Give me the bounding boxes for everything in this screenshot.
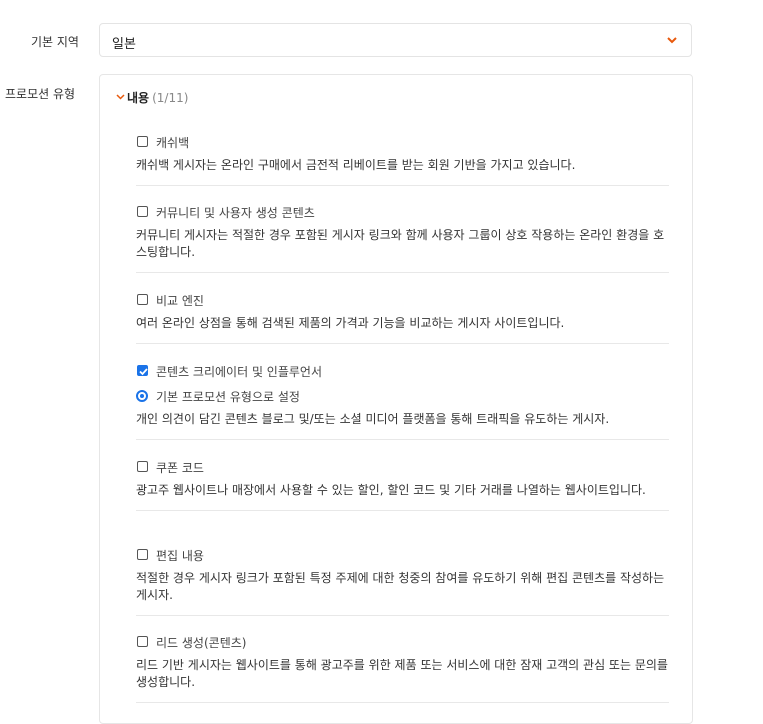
chevron-down-icon xyxy=(667,37,677,44)
region-label: 기본 지역 xyxy=(31,35,79,49)
radio-default-promo-type[interactable] xyxy=(136,390,148,402)
checkbox-community[interactable] xyxy=(137,206,148,217)
checkbox-label: 콘텐츠 크리에이터 및 인플루언서 xyxy=(156,365,323,379)
checkbox-label: 편집 내용 xyxy=(156,549,204,563)
promo-type-label: 프로모션 유형 xyxy=(5,87,76,101)
section-header-content[interactable]: 내용 (1/11) xyxy=(116,89,188,105)
item-description: 캐쉬백 게시자는 온라인 구매에서 금전적 리베이트를 받는 회원 기반을 가지… xyxy=(136,158,576,172)
item-description: 광고주 웹사이트나 매장에서 사용할 수 있는 할인, 할인 코드 및 기타 거… xyxy=(136,483,646,497)
checkbox-creator[interactable] xyxy=(137,365,148,376)
list-item-cashback: 캐쉬백 캐쉬백 게시자는 온라인 구매에서 금전적 리베이트를 받는 회원 기반… xyxy=(136,134,669,186)
chevron-down-icon xyxy=(116,94,125,100)
list-item-lead-gen: 리드 생성(콘텐츠) 리드 기반 게시자는 웹사이트를 통해 광고주를 위한 제… xyxy=(136,634,669,703)
checkbox-coupon[interactable] xyxy=(137,461,148,472)
checkbox-lead-gen[interactable] xyxy=(137,636,148,647)
region-select[interactable]: 일본 xyxy=(99,23,692,57)
item-description: 리드 기반 게시자는 웹사이트를 통해 광고주를 위한 제품 또는 서비스에 대… xyxy=(136,658,668,689)
item-description: 적절한 경우 게시자 링크가 포함된 특정 주제에 대한 청중의 참여를 유도하… xyxy=(136,571,665,602)
check-icon xyxy=(139,368,148,376)
radio-label: 기본 프로모션 유형으로 설정 xyxy=(156,390,300,404)
checkbox-editorial[interactable] xyxy=(137,549,148,560)
list-item-editorial: 편집 내용 적절한 경우 게시자 링크가 포함된 특정 주제에 대한 청중의 참… xyxy=(136,547,669,616)
list-item-comparison: 비교 엔진 여러 온라인 상점을 통해 검색된 제품의 가격과 기능을 비교하는… xyxy=(136,292,669,344)
checkbox-label: 커뮤니티 및 사용자 생성 콘텐츠 xyxy=(156,206,315,220)
promo-type-panel: 내용 (1/11) 캐쉬백 캐쉬백 게시자는 온라인 구매에서 금전적 리베이트를… xyxy=(99,74,693,724)
checkbox-label: 비교 엔진 xyxy=(156,294,204,308)
item-description: 커뮤니티 게시자는 적절한 경우 포함된 게시자 링크와 함께 사용자 그룹이 … xyxy=(136,228,665,259)
checkbox-label: 캐쉬백 xyxy=(156,136,190,150)
item-description: 개인 의견이 담긴 콘텐츠 블로그 및/또는 소셜 미디어 플랫폼을 통해 트래… xyxy=(136,412,610,426)
checkbox-comparison[interactable] xyxy=(137,294,148,305)
list-item-community: 커뮤니티 및 사용자 생성 콘텐츠 커뮤니티 게시자는 적절한 경우 포함된 게… xyxy=(136,204,669,273)
checkbox-label: 쿠폰 코드 xyxy=(156,461,204,475)
list-item-coupon: 쿠폰 코드 광고주 웹사이트나 매장에서 사용할 수 있는 할인, 할인 코드 … xyxy=(136,459,669,511)
item-description: 여러 온라인 상점을 통해 검색된 제품의 가격과 기능을 비교하는 게시자 사… xyxy=(136,316,565,330)
region-select-value: 일본 xyxy=(112,37,136,52)
section-title: 내용 xyxy=(127,91,150,105)
checkbox-cashback[interactable] xyxy=(137,136,148,147)
checkbox-label: 리드 생성(콘텐츠) xyxy=(156,636,247,650)
list-item-creator: 콘텐츠 크리에이터 및 인플루언서 기본 프로모션 유형으로 설정 개인 의견이… xyxy=(136,363,669,440)
section-count: (1/11) xyxy=(152,91,189,105)
